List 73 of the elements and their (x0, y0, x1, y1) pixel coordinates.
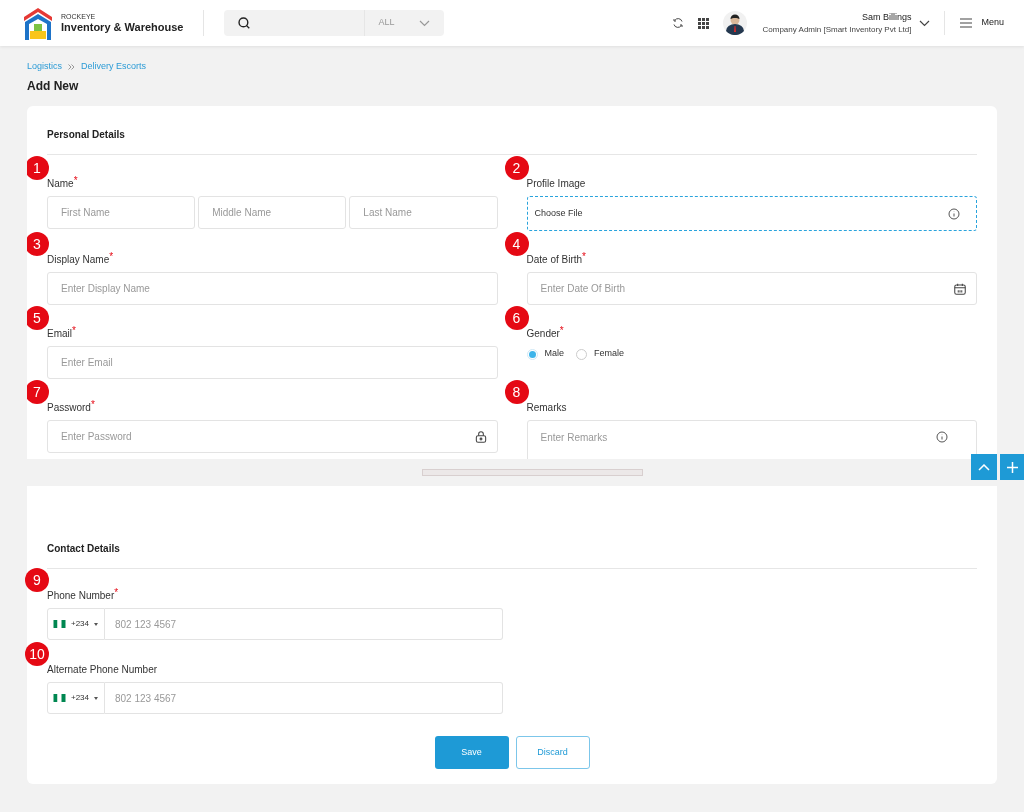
number-marker: 9 (25, 568, 49, 592)
brand-name: Inventory & Warehouse (61, 22, 184, 33)
number-marker: 5 (27, 306, 49, 330)
field-label: Display Name* (47, 252, 114, 267)
radio-button[interactable] (576, 348, 587, 360)
choose-file-text: Choose File (534, 206, 583, 220)
menu-button[interactable]: Menu (960, 16, 1004, 30)
field-label: Alternate Phone Number (47, 663, 158, 677)
lock-icon[interactable] (473, 430, 488, 444)
calendar-icon[interactable] (953, 282, 967, 296)
breadcrumb-link[interactable]: Delivery Escorts (81, 60, 147, 74)
chevron-down-icon (419, 19, 431, 27)
number-marker: 8 (504, 380, 529, 404)
number-marker: 4 (504, 232, 529, 256)
menu-icon (960, 18, 973, 28)
breadcrumb-link[interactable]: Logistics (27, 60, 62, 74)
radio-label: Female (594, 347, 625, 361)
field-label: Gender* (526, 326, 564, 341)
page-title: Add New (27, 80, 80, 92)
number-marker: 2 (504, 156, 529, 180)
number-marker: 6 (504, 306, 529, 330)
country-code-selector[interactable]: +234 (47, 682, 105, 714)
save-button[interactable]: Save (434, 736, 509, 769)
dial-code: +234 (71, 618, 90, 630)
flag-icon (53, 620, 66, 628)
field-label: Name* (47, 176, 78, 191)
country-code-selector[interactable]: +234 (47, 608, 105, 640)
chevron-up-icon (978, 463, 990, 471)
text-input[interactable]: Enter Email (47, 346, 498, 379)
discard-button[interactable]: Discard (515, 736, 590, 769)
add-button[interactable] (1000, 454, 1024, 480)
phone-input[interactable]: 802 123 4567 (105, 682, 503, 714)
field-label: Date of Birth* (526, 252, 586, 267)
search-bar[interactable]: ALL (224, 10, 445, 36)
search-filter-dropdown[interactable]: ALL (364, 10, 445, 36)
field-label: Password* (47, 400, 95, 415)
caret-icon (94, 696, 99, 700)
field-label: Phone Number* (47, 588, 119, 603)
chevron-down-icon[interactable] (919, 19, 931, 27)
section-title: Contact Details (47, 544, 121, 554)
dial-code: +234 (71, 692, 90, 704)
number-marker: 3 (27, 232, 49, 256)
section-title: Personal Details (47, 130, 126, 140)
info-icon (936, 431, 948, 443)
password-input[interactable]: Enter Password (47, 420, 498, 453)
phone-input[interactable]: 802 123 4567 (105, 608, 503, 640)
user-name: Sam Billings (861, 12, 912, 22)
apps-grid-icon[interactable] (697, 17, 709, 29)
avatar-silhouette-icon[interactable] (722, 11, 747, 35)
refresh-icon[interactable] (671, 17, 684, 29)
radio-label: Male (544, 347, 564, 361)
text-input[interactable]: Enter Display Name (47, 272, 498, 305)
field-label: Email* (47, 326, 76, 341)
placeholder-text: Enter Remarks (540, 431, 608, 445)
number-marker: 1 (27, 156, 49, 180)
info-icon (948, 207, 960, 220)
name-input[interactable]: Middle Name (198, 196, 347, 229)
name-input[interactable]: Last Name (349, 196, 498, 229)
search-icon (237, 16, 252, 30)
flag-icon (53, 694, 66, 702)
number-marker: 7 (27, 380, 49, 404)
plus-icon (1006, 461, 1018, 473)
warehouse-logo-icon (23, 6, 53, 40)
field-label: Profile Image (526, 177, 586, 191)
caret-icon (94, 622, 99, 626)
double-chevron-icon (68, 64, 75, 70)
date-input[interactable]: Enter Date Of Birth (526, 272, 977, 305)
number-marker: 10 (25, 642, 49, 666)
radio-button[interactable] (526, 348, 538, 360)
user-role: Company Admin [Smart Inventory Pvt Ltd] (762, 25, 912, 34)
file-upload-field[interactable]: Choose File (526, 196, 977, 231)
field-label: Remarks (526, 401, 567, 415)
name-input[interactable]: First Name (47, 196, 196, 229)
